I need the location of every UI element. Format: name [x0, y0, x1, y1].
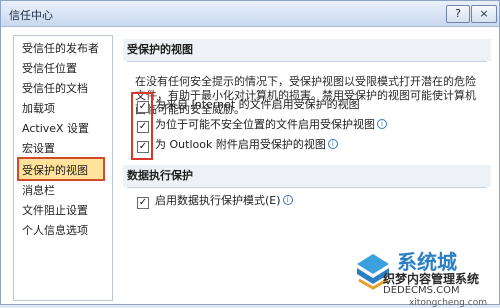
- option-dep-label: 启用数据执行保护模式(E): [155, 194, 281, 207]
- site-watermark: 系统城 织梦内容管理系统 DEDECMS.COM xitongcheng.com: [353, 240, 493, 308]
- section-divider: [127, 187, 487, 188]
- sidebar-item-message-bar[interactable]: 消息栏: [22, 182, 55, 200]
- close-button[interactable]: ×: [471, 5, 497, 23]
- sidebar-item-privacy[interactable]: 个人信息选项: [22, 222, 88, 240]
- watermark-url: xitongcheng.com: [409, 298, 487, 308]
- section-divider: [127, 61, 487, 62]
- protected-view-title: 受保护的视图: [127, 43, 193, 56]
- title-bar: 信任中心 ? ×: [1, 1, 499, 27]
- info-icon[interactable]: i: [327, 139, 338, 149]
- checkbox-unsafe-location[interactable]: ✓: [137, 121, 149, 133]
- dep-title: 数据执行保护: [127, 169, 193, 182]
- option-unsafe-location-label: 为位于可能不安全位置的文件启用受保护视图: [155, 118, 375, 131]
- info-icon[interactable]: i: [282, 195, 293, 205]
- sidebar-item-macro[interactable]: 宏设置: [22, 140, 55, 158]
- checkbox-internet[interactable]: ✓: [137, 101, 149, 113]
- sidebar-item-trusted-documents[interactable]: 受信任的文档: [22, 80, 88, 98]
- option-outlook-label: 为 Outlook 附件启用受保护的视图: [155, 138, 326, 151]
- checkbox-outlook[interactable]: ✓: [137, 141, 149, 153]
- option-dep-row[interactable]: ✓ 启用数据执行保护模式(E) i: [137, 193, 293, 209]
- sidebar-nav: 受信任的发布者 受信任位置 受信任的文档 加载项 ActiveX 设置 宏设置 …: [13, 35, 113, 301]
- info-icon[interactable]: i: [377, 119, 387, 129]
- help-button[interactable]: ?: [446, 5, 470, 23]
- option-internet-row[interactable]: ✓ 为来自 Internet 的文件启用受保护的视图: [137, 97, 360, 113]
- watermark-line3: DEDECMS.COM: [383, 285, 460, 296]
- checkbox-dep[interactable]: ✓: [137, 197, 149, 209]
- option-unsafe-location-row[interactable]: ✓ 为位于可能不安全位置的文件启用受保护视图 i: [137, 117, 387, 133]
- option-internet-label: 为来自 Internet 的文件启用受保护的视图: [155, 98, 360, 111]
- sidebar-item-file-block[interactable]: 文件阻止设置: [22, 202, 88, 220]
- sidebar-item-addins[interactable]: 加载项: [22, 100, 55, 118]
- option-outlook-row[interactable]: ✓ 为 Outlook 附件启用受保护的视图 i: [137, 137, 338, 153]
- sidebar-item-trusted-publishers[interactable]: 受信任的发布者: [22, 40, 99, 58]
- window-title: 信任中心: [9, 9, 53, 22]
- sidebar-item-protected-view[interactable]: 受保护的视图: [17, 157, 105, 181]
- sidebar-item-trusted-locations[interactable]: 受信任位置: [22, 60, 77, 78]
- trust-center-window: 信任中心 ? × 受信任的发布者 受信任位置 受信任的文档 加载项 Active…: [0, 0, 500, 308]
- sidebar-item-activex[interactable]: ActiveX 设置: [22, 120, 89, 138]
